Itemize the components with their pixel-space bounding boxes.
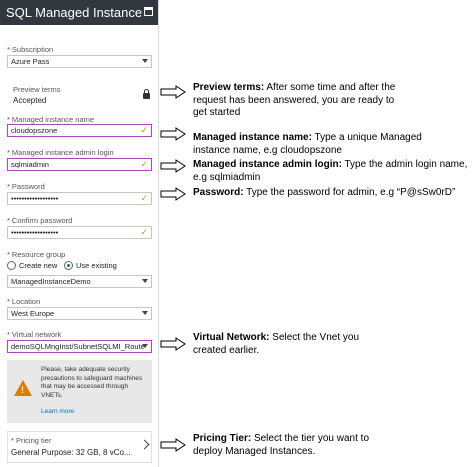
note-virtual-network: Virtual Network: Select the Vnet you cre… — [193, 332, 360, 356]
preview-terms-label: Preview terms — [13, 85, 61, 94]
pricing-tier-value: General Purpose: 32 GB, 8 vCo... — [11, 448, 131, 457]
security-warning: ! Please, take adequate security precaut… — [7, 360, 152, 423]
learn-more-link[interactable]: Learn more — [41, 408, 74, 415]
create-blade: SQL Managed Instance * Subscription Azure… — [0, 0, 159, 467]
note-pricing-tier: Pricing Tier: Select the tier you want t… — [193, 433, 370, 457]
password-label: * Password — [7, 182, 45, 191]
chevron-down-icon — [142, 59, 148, 63]
confirm-password-label: * Confirm password — [7, 216, 73, 225]
create-new-label: Create new — [19, 261, 58, 270]
location-label: * Location — [7, 297, 41, 306]
note-password: Password: Type the password for admin, e… — [193, 187, 456, 198]
use-existing-label: Use existing — [76, 261, 117, 270]
instance-name-label: * Managed instance name — [7, 115, 95, 124]
note-admin-login: Managed instance admin login: Type the a… — [193, 159, 468, 183]
virtual-network-select[interactable]: demoSQLMngInst/SubnetSQLMI_Route — [7, 340, 152, 353]
chevron-down-icon — [142, 279, 148, 283]
arrow-right-icon — [160, 438, 186, 452]
note-preview-terms: Preview terms: After some time and after… — [193, 82, 396, 118]
arrow-right-icon — [160, 159, 186, 173]
virtual-network-label: * Virtual network — [7, 330, 62, 339]
blade-titlebar: SQL Managed Instance — [0, 0, 158, 25]
location-select[interactable]: West Europe — [7, 307, 152, 320]
lock-icon — [143, 89, 150, 99]
arrow-right-icon — [160, 127, 186, 141]
use-existing-radio[interactable] — [64, 261, 73, 270]
subscription-select[interactable]: Azure Pass — [7, 55, 152, 68]
check-icon: ✓ — [140, 193, 148, 203]
resource-group-label: * Resource group — [7, 250, 66, 259]
chevron-down-icon — [142, 344, 148, 348]
chevron-right-icon — [139, 439, 150, 450]
subscription-label: * Subscription — [7, 45, 54, 54]
arrow-right-icon — [160, 337, 186, 351]
check-icon: ✓ — [140, 125, 148, 135]
password-input[interactable]: •••••••••••••••••• ✓ — [7, 192, 152, 205]
check-icon: ✓ — [140, 159, 148, 169]
pricing-tier-label: * Pricing tier — [11, 436, 52, 445]
instance-name-input[interactable]: cloudopszone ✓ — [7, 124, 152, 137]
pricing-tier[interactable]: * Pricing tier General Purpose: 32 GB, 8… — [7, 431, 152, 463]
blade-title: SQL Managed Instance — [6, 5, 143, 20]
admin-login-input[interactable]: sqlmiadmin ✓ — [7, 158, 152, 171]
confirm-password-input[interactable]: •••••••••••••••••• ✓ — [7, 226, 152, 239]
chevron-down-icon — [142, 311, 148, 315]
preview-terms-value: Accepted — [13, 96, 47, 105]
create-new-radio[interactable] — [7, 261, 16, 270]
note-instance-name: Managed instance name: Type a unique Man… — [193, 132, 422, 156]
arrow-right-icon — [160, 187, 186, 201]
arrow-right-icon — [160, 85, 186, 99]
warning-text: Please, take adequate security precautio… — [41, 366, 143, 399]
resource-group-select[interactable]: ManagedInstanceDemo — [7, 275, 152, 288]
maximize-icon[interactable] — [144, 7, 153, 16]
preview-terms[interactable]: Preview terms Accepted — [7, 84, 152, 106]
admin-login-label: * Managed instance admin login — [7, 148, 114, 157]
check-icon: ✓ — [140, 227, 148, 237]
